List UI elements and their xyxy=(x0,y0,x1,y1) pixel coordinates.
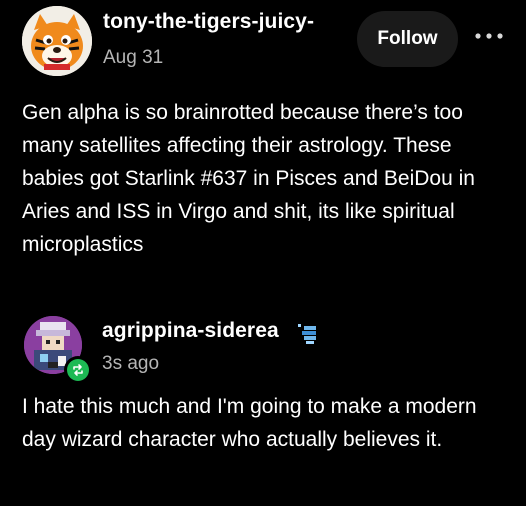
reblog-timestamp: 3s ago xyxy=(102,353,160,374)
blog-badge-icon xyxy=(296,323,318,345)
post-timestamp: Aug 31 xyxy=(103,47,164,68)
original-post: tony-the-tigers-juicy- Aug 31 Follow Gen… xyxy=(0,0,526,296)
post-body: Gen alpha is so brainrotted because ther… xyxy=(22,101,475,256)
post-username[interactable]: tony-the-tigers-juicy- xyxy=(103,10,314,34)
reblog-badge xyxy=(64,356,92,384)
tiger-avatar-icon[interactable] xyxy=(22,6,92,76)
more-options-icon[interactable] xyxy=(473,28,505,39)
reblog-username[interactable]: agrippina-siderea xyxy=(102,319,279,343)
follow-button[interactable]: Follow xyxy=(357,11,458,67)
reblog-icon xyxy=(67,359,89,381)
reblog-body: I hate this much and I'm going to make a… xyxy=(22,395,477,451)
reblog-post: agrippina-siderea 3s ago I hate this muc… xyxy=(0,296,526,506)
